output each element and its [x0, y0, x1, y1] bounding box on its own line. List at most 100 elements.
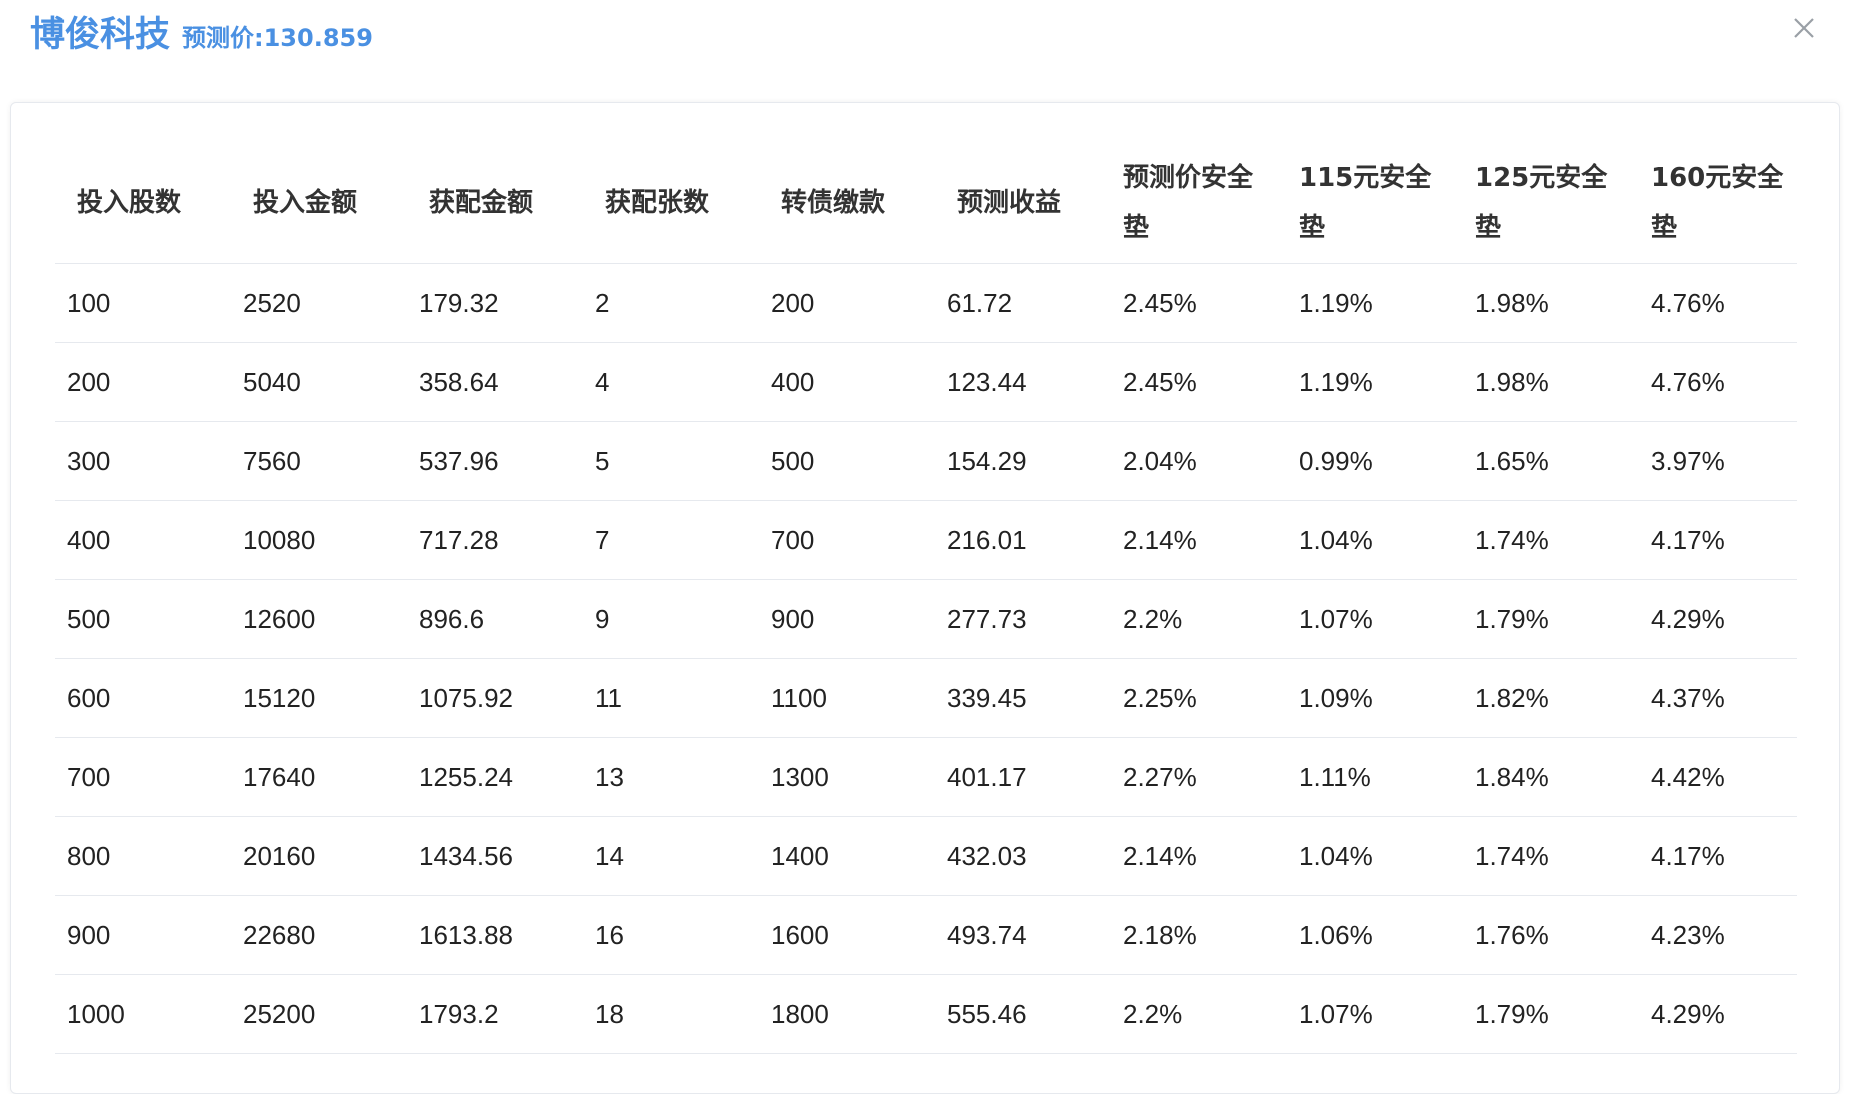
table-row: 200 5040 358.64 4 400 123.44 2.45% 1.19% 1.98% 4.…: [55, 342, 1797, 422]
table-cell: 1.84%: [1463, 737, 1639, 817]
table-card: 投入股数 投入金额 获配金额 获配张数 转债缴款 预测收益 预测价安全垫 115…: [10, 102, 1840, 1094]
table-cell: 1075.92: [407, 658, 583, 738]
table-row: 900 22680 1613.88 16 1600 493.74 2.18% 1.06% 1.7…: [55, 895, 1797, 975]
table-cell: 1.65%: [1463, 421, 1639, 501]
table-cell: 13: [583, 737, 759, 817]
modal-header: 博俊科技 预测价:130.859: [30, 10, 373, 60]
table-cell: 123.44: [935, 342, 1111, 422]
table-cell: 1255.24: [407, 737, 583, 817]
table-cell: 432.03: [935, 816, 1111, 896]
stock-name: 博俊科技: [30, 15, 171, 55]
table-cell: 2.27%: [1111, 737, 1287, 817]
table-cell: 1.04%: [1287, 816, 1463, 896]
table-cell: 500: [55, 579, 231, 659]
table-cell: 1.79%: [1463, 974, 1639, 1054]
col-header: 预测收益: [935, 143, 1111, 264]
table-cell: 537.96: [407, 421, 583, 501]
table-cell: 1.07%: [1287, 579, 1463, 659]
table-cell: 216.01: [935, 500, 1111, 580]
table-cell: 500: [759, 421, 935, 501]
col-header: 预测价安全垫: [1111, 143, 1287, 264]
close-icon: [1794, 18, 1814, 38]
table-cell: 1.74%: [1463, 816, 1639, 896]
table-cell: 11: [583, 658, 759, 738]
table-cell: 358.64: [407, 342, 583, 422]
table-cell: 2.18%: [1111, 895, 1287, 975]
table-cell: 900: [759, 579, 935, 659]
table-cell: 2.25%: [1111, 658, 1287, 738]
table-cell: 700: [55, 737, 231, 817]
table-cell: 1.07%: [1287, 974, 1463, 1054]
table-cell: 1800: [759, 974, 935, 1054]
table-cell: 4: [583, 342, 759, 422]
table-cell: 277.73: [935, 579, 1111, 659]
col-header: 125元安全垫: [1463, 143, 1639, 264]
table-cell: 1000: [55, 974, 231, 1054]
table-header-row: 投入股数 投入金额 获配金额 获配张数 转债缴款 预测收益 预测价安全垫 115…: [55, 143, 1797, 264]
table-cell: 1434.56: [407, 816, 583, 896]
table-cell: 20160: [231, 816, 407, 896]
table-cell: 2520: [231, 263, 407, 343]
table-cell: 4.37%: [1639, 658, 1797, 738]
table-cell: 61.72: [935, 263, 1111, 343]
prediction-modal: 博俊科技 预测价:130.859 投入股数 投入金额 获配金额 获配张数 转债缴…: [0, 0, 1850, 1094]
table-cell: 4.29%: [1639, 579, 1797, 659]
table-cell: 1.04%: [1287, 500, 1463, 580]
col-header: 115元安全垫: [1287, 143, 1463, 264]
table-cell: 600: [55, 658, 231, 738]
table-row: 400 10080 717.28 7 700 216.01 2.14% 1.04% 1.74% 4…: [55, 500, 1797, 580]
table-cell: 1.98%: [1463, 263, 1639, 343]
table-cell: 555.46: [935, 974, 1111, 1054]
table-cell: 717.28: [407, 500, 583, 580]
table-cell: 7: [583, 500, 759, 580]
table-cell: 22680: [231, 895, 407, 975]
table-cell: 1.82%: [1463, 658, 1639, 738]
table-cell: 1.98%: [1463, 342, 1639, 422]
table-row: 1000 25200 1793.2 18 1800 555.46 2.2% 1.07% 1.79…: [55, 974, 1797, 1054]
table-cell: 1400: [759, 816, 935, 896]
table-row: 800 20160 1434.56 14 1400 432.03 2.14% 1.04% 1.7…: [55, 816, 1797, 896]
table-cell: 5: [583, 421, 759, 501]
table-cell: 4.29%: [1639, 974, 1797, 1054]
table-cell: 4.42%: [1639, 737, 1797, 817]
close-button[interactable]: [1786, 10, 1822, 46]
table-cell: 2.45%: [1111, 263, 1287, 343]
table-cell: 154.29: [935, 421, 1111, 501]
table-cell: 1793.2: [407, 974, 583, 1054]
table-cell: 896.6: [407, 579, 583, 659]
table-cell: 1.79%: [1463, 579, 1639, 659]
table-cell: 18: [583, 974, 759, 1054]
table-cell: 300: [55, 421, 231, 501]
table-cell: 1.19%: [1287, 342, 1463, 422]
table-cell: 1.06%: [1287, 895, 1463, 975]
table-cell: 1.09%: [1287, 658, 1463, 738]
table-cell: 4.17%: [1639, 816, 1797, 896]
table-cell: 200: [759, 263, 935, 343]
allocation-table: 投入股数 投入金额 获配金额 获配张数 转债缴款 预测收益 预测价安全垫 115…: [55, 143, 1797, 1054]
table-row: 500 12600 896.6 9 900 277.73 2.2% 1.07% 1.79% 4.2…: [55, 579, 1797, 659]
table-cell: 1613.88: [407, 895, 583, 975]
table-cell: 2.04%: [1111, 421, 1287, 501]
table-cell: 800: [55, 816, 231, 896]
col-header: 投入股数: [55, 143, 231, 264]
table-cell: 2.14%: [1111, 500, 1287, 580]
table-cell: 4.17%: [1639, 500, 1797, 580]
table-cell: 400: [759, 342, 935, 422]
table-cell: 15120: [231, 658, 407, 738]
table-cell: 1.74%: [1463, 500, 1639, 580]
table-cell: 1600: [759, 895, 935, 975]
table-cell: 4.76%: [1639, 342, 1797, 422]
table-cell: 1.19%: [1287, 263, 1463, 343]
table-cell: 14: [583, 816, 759, 896]
table-cell: 2.14%: [1111, 816, 1287, 896]
predicted-price: 预测价:130.859: [182, 24, 373, 52]
table-cell: 25200: [231, 974, 407, 1054]
table-row: 300 7560 537.96 5 500 154.29 2.04% 0.99% 1.65% 3.…: [55, 421, 1797, 501]
table-cell: 10080: [231, 500, 407, 580]
table-cell: 0.99%: [1287, 421, 1463, 501]
col-header: 转债缴款: [759, 143, 935, 264]
table-cell: 1.76%: [1463, 895, 1639, 975]
table-cell: 200: [55, 342, 231, 422]
table-cell: 1100: [759, 658, 935, 738]
table-cell: 493.74: [935, 895, 1111, 975]
